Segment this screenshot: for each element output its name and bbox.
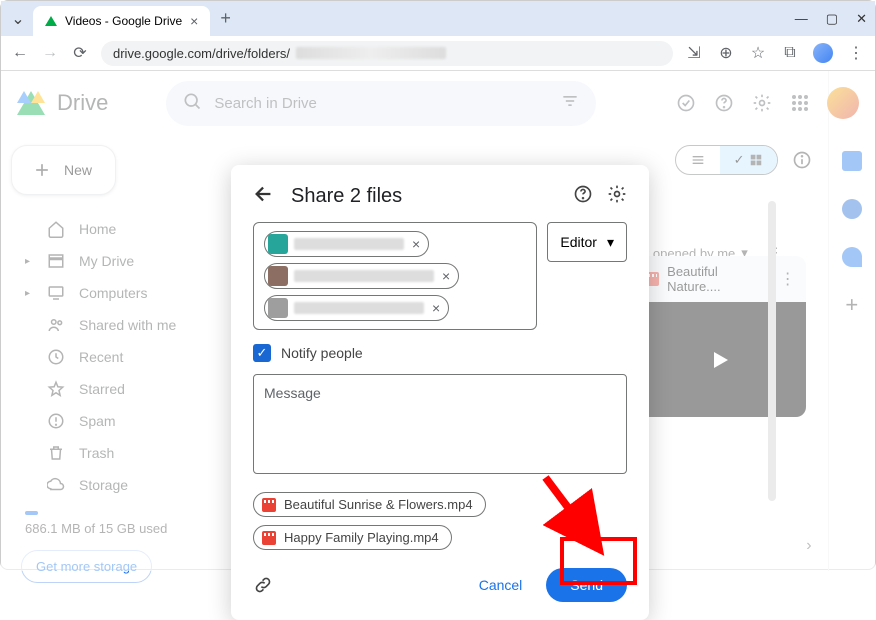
browser-right-icons: ⇲ ⊕ ☆ ⧉ ⋮ (685, 43, 865, 63)
tabs-dropdown[interactable]: ⌄ (9, 10, 27, 28)
file-chip[interactable]: Beautiful Sunrise & Flowers.mp4 (253, 492, 486, 517)
file-chip[interactable]: Happy Family Playing.mp4 (253, 525, 452, 550)
drive-favicon (45, 16, 57, 26)
close-tab-icon[interactable]: × (190, 13, 198, 29)
role-dropdown[interactable]: Editor ▾ (547, 222, 627, 262)
url-blurred (296, 47, 446, 59)
tab-title: Videos - Google Drive (65, 14, 182, 28)
address-bar: ← → ⟳ drive.google.com/drive/folders/ ⇲ … (1, 36, 875, 71)
url-text: drive.google.com/drive/folders/ (113, 46, 290, 61)
person-chip[interactable]: × (264, 231, 429, 257)
video-file-icon (262, 531, 276, 545)
file-name: Happy Family Playing.mp4 (284, 530, 439, 545)
new-tab-button[interactable]: + (220, 8, 231, 29)
help-icon[interactable] (573, 184, 593, 209)
checkbox-checked-icon[interactable]: ✓ (253, 344, 271, 362)
browser-tab[interactable]: Videos - Google Drive × (33, 6, 210, 36)
modal-title: Share 2 files (291, 185, 402, 208)
chevron-down-icon: ▾ (607, 234, 614, 251)
window-controls: — ▢ ✕ (795, 11, 867, 27)
copy-link-icon[interactable] (253, 575, 273, 595)
remove-chip-icon[interactable]: × (430, 300, 442, 316)
person-chip[interactable]: × (264, 295, 449, 321)
remove-chip-icon[interactable]: × (440, 268, 452, 284)
notify-checkbox-row[interactable]: ✓ Notify people (253, 344, 627, 362)
people-input[interactable]: × × × (253, 222, 537, 330)
file-list: Beautiful Sunrise & Flowers.mp4 Happy Fa… (253, 492, 627, 550)
forward-icon[interactable]: → (41, 44, 59, 62)
browser-menu-icon[interactable]: ⋮ (847, 44, 865, 62)
role-label: Editor (560, 234, 597, 250)
video-file-icon (262, 498, 276, 512)
person-chip[interactable]: × (264, 263, 459, 289)
bookmark-icon[interactable]: ☆ (749, 44, 767, 62)
remove-chip-icon[interactable]: × (410, 236, 422, 252)
file-name: Beautiful Sunrise & Flowers.mp4 (284, 497, 473, 512)
minimize-icon[interactable]: — (795, 11, 808, 27)
extensions-icon[interactable]: ⧉ (781, 44, 799, 62)
share-modal: Share 2 files × × × Editor ▾ ✓ Notify pe… (231, 165, 649, 620)
message-placeholder: Message (264, 385, 321, 401)
maximize-icon[interactable]: ▢ (826, 11, 838, 27)
send-button[interactable]: Send (546, 568, 627, 602)
back-arrow-icon[interactable] (253, 183, 275, 210)
cancel-button[interactable]: Cancel (467, 569, 535, 601)
reload-icon[interactable]: ⟳ (71, 44, 89, 62)
back-icon[interactable]: ← (11, 44, 29, 62)
browser-tab-bar: ⌄ Videos - Google Drive × + — ▢ ✕ (1, 1, 875, 36)
close-window-icon[interactable]: ✕ (856, 11, 867, 27)
install-icon[interactable]: ⇲ (685, 44, 703, 62)
drive-content: Drive Search in Drive New ▸Home ▸My Driv… (1, 71, 875, 571)
zoom-icon[interactable]: ⊕ (717, 44, 735, 62)
profile-avatar[interactable] (813, 43, 833, 63)
url-input[interactable]: drive.google.com/drive/folders/ (101, 41, 673, 66)
message-input[interactable]: Message (253, 374, 627, 474)
notify-label: Notify people (281, 345, 363, 361)
settings-icon[interactable] (607, 184, 627, 209)
